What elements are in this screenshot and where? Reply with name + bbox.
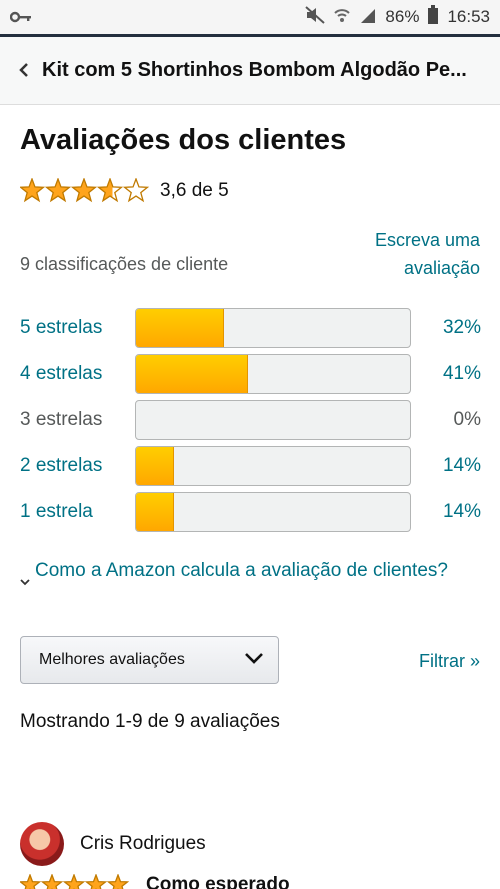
histogram-row: 3 estrelas 0%: [20, 400, 481, 440]
battery-percent: 86%: [385, 7, 420, 26]
battery-icon: [427, 5, 439, 29]
histogram-percent[interactable]: 41%: [411, 363, 481, 385]
star-icon: [62, 874, 86, 889]
histogram-bar[interactable]: [135, 354, 411, 394]
review-author[interactable]: Cris Rodrigues: [20, 822, 206, 866]
histogram-bar[interactable]: [135, 492, 411, 532]
histogram-percent[interactable]: 14%: [411, 455, 481, 477]
histogram-star-label[interactable]: 2 estrelas: [20, 455, 135, 477]
histogram-bar: [135, 400, 411, 440]
star-icon: [106, 874, 130, 889]
rating-stars-icon: [20, 178, 150, 203]
chevron-left-icon[interactable]: [18, 58, 38, 84]
review-header: Como esperado: [20, 874, 290, 889]
histogram-percent: 0%: [453, 409, 481, 430]
chevron-down-icon: [20, 557, 35, 589]
sort-selected-value: Melhores avaliações: [39, 651, 185, 668]
ratings-count: 9 classificações de cliente: [20, 254, 229, 274]
histogram-star-label[interactable]: 1 estrela: [20, 501, 135, 523]
reviewer-name[interactable]: Cris Rodrigues: [80, 833, 206, 855]
product-title[interactable]: Kit com 5 Shortinhos Bombom Algodão Pe..…: [38, 59, 493, 82]
average-rating: 3,6 de 5: [20, 178, 229, 204]
star-icon: [20, 874, 42, 889]
star-icon: [122, 178, 150, 203]
histogram-star-label[interactable]: 5 estrelas: [20, 317, 135, 339]
product-header[interactable]: Kit com 5 Shortinhos Bombom Algodão Pe..…: [0, 37, 500, 105]
star-icon: [96, 178, 124, 203]
mute-icon: [305, 6, 326, 28]
status-bar: 86% 16:53: [0, 0, 500, 34]
histogram-star-label: 3 estrelas: [20, 409, 103, 430]
histogram-bar[interactable]: [135, 446, 411, 486]
write-review-link[interactable]: Escreva uma avaliação: [340, 226, 480, 282]
page-title: Avaliações dos clientes: [20, 124, 347, 156]
histogram-percent[interactable]: 32%: [411, 317, 481, 339]
star-icon: [40, 874, 64, 889]
star-icon: [44, 178, 72, 203]
histogram-row[interactable]: 4 estrelas 41%: [20, 354, 481, 394]
showing-count: Mostrando 1-9 de 9 avaliações: [20, 711, 280, 732]
clock: 16:53: [447, 7, 490, 26]
chevron-down-icon: [244, 651, 264, 669]
histogram-percent[interactable]: 14%: [411, 501, 481, 523]
avatar: [20, 822, 64, 866]
histogram-bar-fill: [136, 493, 175, 531]
average-rating-text: 3,6 de 5: [160, 180, 229, 201]
histogram-star-label[interactable]: 4 estrelas: [20, 363, 135, 385]
histogram-bar-fill: [136, 355, 249, 393]
histogram-bar-fill: [136, 309, 224, 347]
rating-calculation-expander[interactable]: Como a Amazon calcula a avaliação de cli…: [20, 557, 460, 589]
star-icon: [84, 874, 108, 889]
sort-dropdown[interactable]: Melhores avaliações: [20, 636, 279, 684]
review-stars-icon: [20, 874, 130, 889]
histogram-bar[interactable]: [135, 308, 411, 348]
histogram-row[interactable]: 5 estrelas 32%: [20, 308, 481, 348]
rating-calculation-link[interactable]: Como a Amazon calcula a avaliação de cli…: [35, 557, 448, 589]
histogram-row[interactable]: 2 estrelas 14%: [20, 446, 481, 486]
review-title[interactable]: Como esperado: [146, 874, 290, 889]
histogram-bar-fill: [136, 447, 175, 485]
filter-link[interactable]: Filtrar »: [419, 651, 480, 672]
histogram-row[interactable]: 1 estrela 14%: [20, 492, 481, 532]
star-icon: [20, 178, 46, 203]
wifi-icon: [333, 6, 351, 28]
star-icon: [70, 178, 98, 203]
signal-icon: [359, 7, 377, 27]
key-icon: [10, 11, 31, 23]
